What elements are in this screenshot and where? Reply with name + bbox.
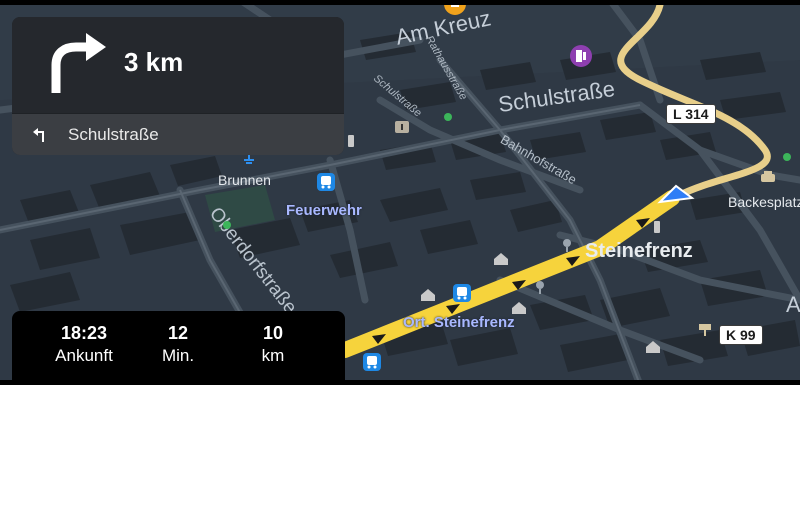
house-icon	[421, 289, 435, 301]
maneuver-primary: 3 km	[12, 17, 344, 113]
poi-label-ort-steinefrenz[interactable]: Ort. Steinefrenz	[403, 314, 515, 331]
info-icon	[395, 121, 409, 133]
arrival-time-label: Ankunft	[55, 346, 113, 365]
bus-stop-icon[interactable]	[452, 283, 472, 303]
location-pin-icon	[563, 239, 571, 252]
house-icon	[494, 253, 508, 265]
road-shield-l314: L 314	[666, 104, 716, 124]
turn-right-arrow-icon	[51, 33, 106, 93]
bus-stop-icon[interactable]	[316, 172, 336, 192]
next-maneuver: Schulstraße	[12, 114, 344, 155]
remaining-time-label: Min.	[161, 346, 195, 365]
maneuver-panel[interactable]: 3 km Schulstraße	[12, 17, 344, 155]
bus-stop-icon[interactable]	[362, 352, 382, 372]
remaining-time: 12 Min.	[133, 323, 223, 366]
street-label-backesplatz: Backesplatz	[728, 194, 800, 210]
bakery-icon	[761, 171, 775, 182]
house-icon	[646, 341, 660, 353]
eta-panel[interactable]: 18:23 Ankunft 12 Min. 10 km	[12, 311, 345, 385]
remaining-distance: 10 km	[228, 323, 318, 366]
fuel-station-icon[interactable]	[569, 44, 593, 68]
turn-left-small-icon	[33, 128, 44, 142]
tree-icon	[223, 221, 231, 229]
location-pin-icon	[536, 281, 544, 294]
remaining-time-value: 12	[167, 323, 189, 343]
tree-icon	[783, 153, 791, 161]
parking-icon	[348, 135, 354, 147]
edge-street-letter: A	[786, 292, 800, 317]
arrival-time: 18:23 Ankunft	[39, 323, 129, 366]
top-edge-bar	[0, 0, 800, 5]
poi-label-feuerwehr[interactable]: Feuerwehr	[286, 202, 362, 219]
arrival-time-value: 18:23	[60, 323, 108, 343]
house-icon	[512, 302, 526, 314]
remaining-distance-label: km	[261, 346, 285, 365]
place-label-steinefrenz: Steinefrenz	[585, 240, 693, 262]
tree-icon	[444, 113, 452, 121]
signpost-icon	[699, 324, 711, 336]
next-street-name: Schulstraße	[68, 125, 159, 144]
place-label-brunnen: Brunnen	[218, 172, 271, 188]
remaining-distance-value: 10	[262, 323, 284, 343]
parking-icon	[654, 221, 660, 233]
road-shield-k99: K 99	[719, 325, 763, 345]
maneuver-distance: 3 km	[124, 47, 184, 77]
